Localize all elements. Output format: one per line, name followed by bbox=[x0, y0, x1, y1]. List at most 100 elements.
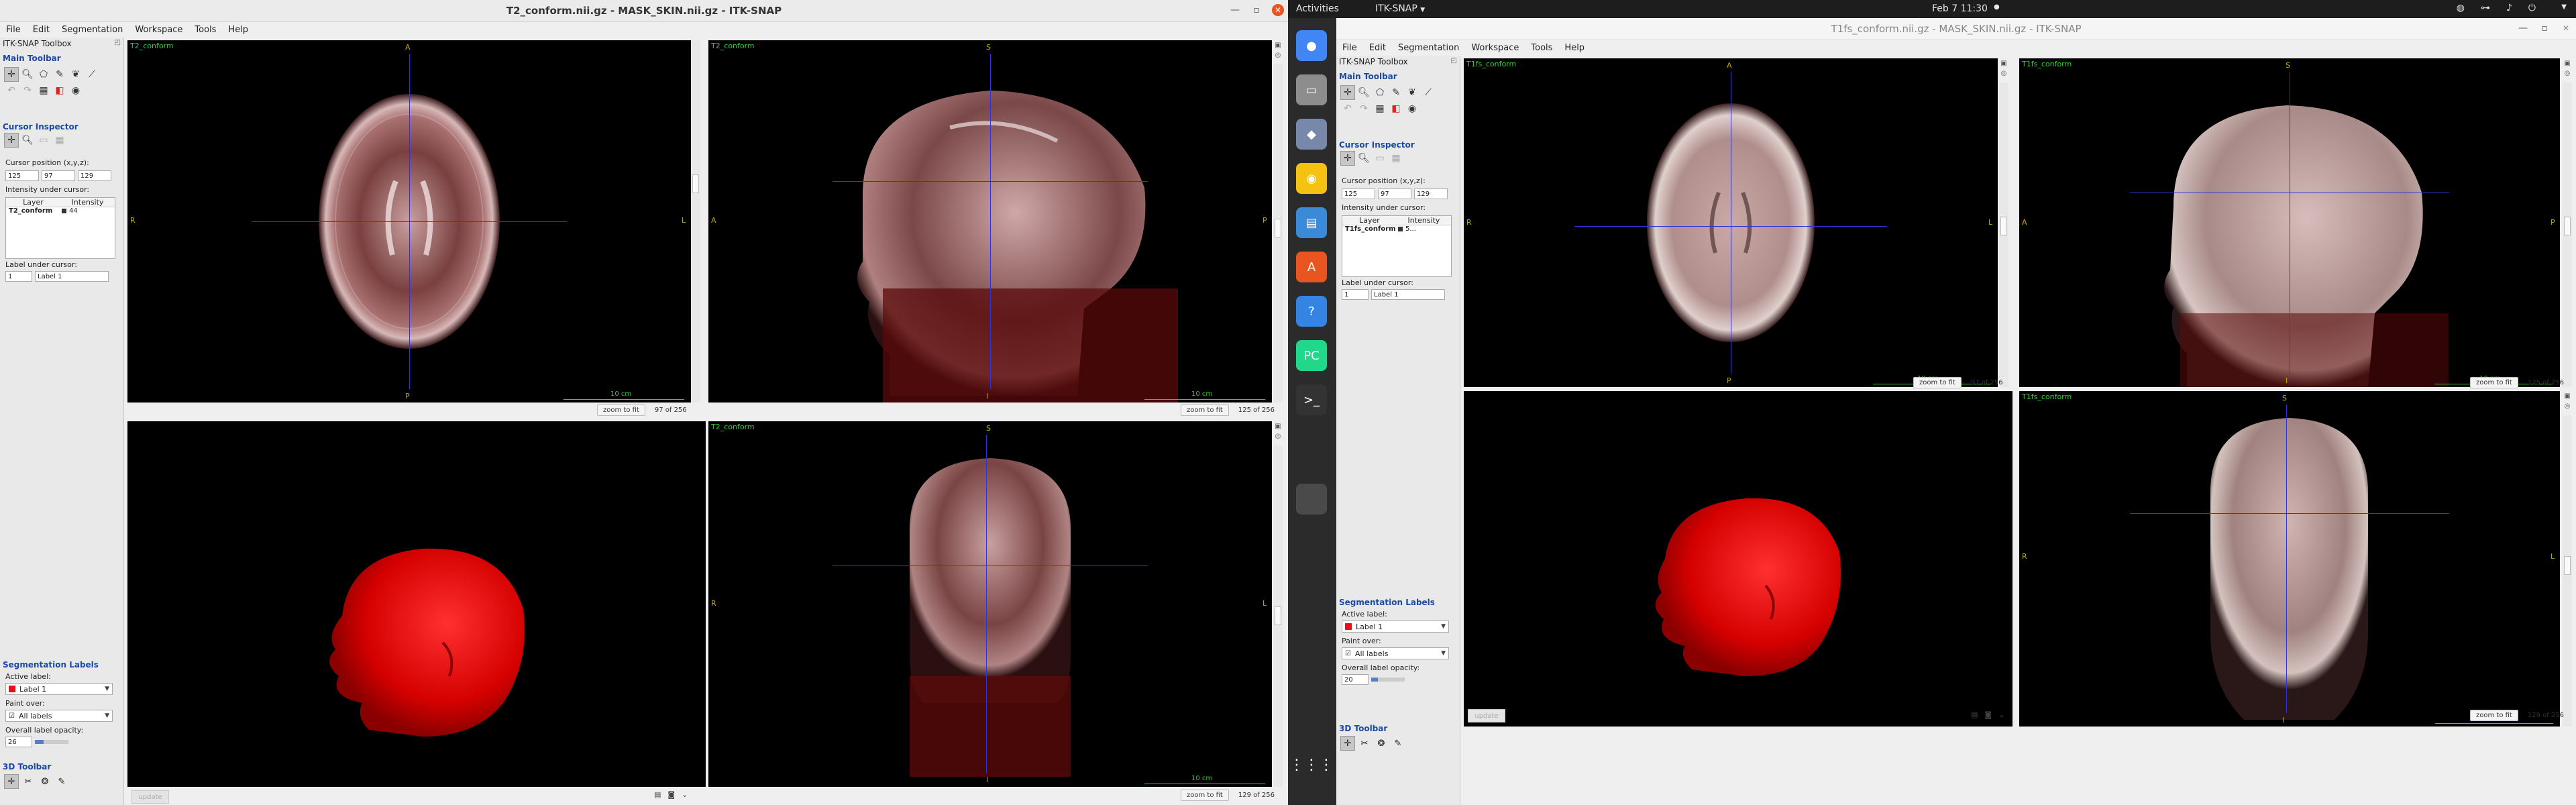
window-titlebar[interactable]: T2_conform.nii.gz - MASK_SKIN.nii.gz - I… bbox=[0, 0, 1288, 22]
opacity-spinbox[interactable]: 26 bbox=[5, 737, 32, 747]
files-icon[interactable]: ▭ bbox=[1296, 74, 1327, 105]
cursor-y-field[interactable]: 97 bbox=[1378, 189, 1411, 199]
ruler-tool-icon[interactable]: ⟋ bbox=[1421, 85, 1436, 100]
opacity-slider[interactable] bbox=[35, 740, 68, 744]
menu-workspace[interactable]: Workspace bbox=[1465, 43, 1525, 53]
label-name-field[interactable]: Label 1 bbox=[1371, 289, 1445, 300]
zoom-to-fit-button[interactable]: zoom to fit bbox=[2470, 376, 2518, 388]
scrollbar-handle[interactable] bbox=[2000, 217, 2007, 235]
paintbrush-tool-icon[interactable]: ✎ bbox=[1389, 85, 1403, 100]
writer-icon[interactable]: ▤ bbox=[1296, 207, 1327, 238]
cursor-z-field[interactable]: 129 bbox=[78, 170, 111, 181]
redo-icon[interactable]: ↷ bbox=[1356, 101, 1371, 116]
activities-button[interactable]: Activities bbox=[1296, 3, 1339, 14]
menu-workspace[interactable]: Workspace bbox=[129, 25, 189, 35]
clock[interactable]: Feb 7 11:30 bbox=[1932, 3, 1988, 14]
show-applications-icon[interactable]: ⋮⋮⋮ bbox=[1289, 749, 1334, 780]
view-layout-icon[interactable]: ▣ bbox=[2564, 392, 2570, 400]
scrollbar-handle[interactable] bbox=[692, 174, 699, 193]
undock-icon[interactable]: ◰ bbox=[115, 39, 121, 46]
paintbrush-tool-icon[interactable]: ✎ bbox=[52, 67, 67, 82]
table-row[interactable]: T2_conform 44 bbox=[6, 207, 115, 215]
save-screenshot-icon[interactable]: ▤ bbox=[1971, 710, 1978, 719]
sagittal-view[interactable]: T2_conform S I A P 10 cm bbox=[708, 40, 1272, 402]
intensity-table[interactable]: Layer Intensity T1fs_conform 5... bbox=[1342, 215, 1452, 277]
coronal-view[interactable]: T2_conform S I R L 10 cm bbox=[708, 421, 1272, 787]
menu-segmentation[interactable]: Segmentation bbox=[1392, 43, 1465, 53]
coronal-view[interactable]: T1fs_conform S I R L 10 cm bbox=[2019, 391, 2560, 727]
view-camera-icon[interactable]: ◎ bbox=[1275, 52, 1281, 59]
pycharm-icon[interactable]: PC bbox=[1296, 340, 1327, 371]
segmentation-icon[interactable]: ◧ bbox=[1389, 101, 1403, 116]
maximize-icon[interactable]: ▫ bbox=[2538, 22, 2551, 34]
view-layout-icon[interactable]: ▣ bbox=[2000, 60, 2006, 67]
snake-tool-icon[interactable]: ❦ bbox=[68, 67, 83, 82]
layers-icon[interactable]: ▦ bbox=[1373, 101, 1387, 116]
menu-segmentation[interactable]: Segmentation bbox=[56, 25, 129, 35]
view-camera-icon[interactable]: ◎ bbox=[1275, 433, 1281, 440]
running-app-slot[interactable] bbox=[1296, 484, 1327, 515]
save-screenshot-icon[interactable]: ▤ bbox=[654, 790, 661, 799]
window-titlebar[interactable]: T1fs_conform.nii.gz - MASK_SKIN.nii.gz -… bbox=[1336, 18, 2576, 40]
undo-icon[interactable]: ↶ bbox=[4, 83, 19, 98]
axial-view[interactable]: T1fs_conform A P R L 10 cm bbox=[1464, 58, 1998, 387]
inspector-display-icon[interactable]: ▭ bbox=[36, 133, 51, 148]
zoom-to-fit-button[interactable]: zoom to fit bbox=[1913, 376, 1962, 388]
menu-edit[interactable]: Edit bbox=[1363, 43, 1392, 53]
sagittal-slice-scrollbar[interactable] bbox=[1273, 64, 1283, 402]
cursor-x-field[interactable]: 125 bbox=[1342, 189, 1375, 199]
axial-slice-scrollbar[interactable] bbox=[1999, 83, 2008, 387]
inspector-grid-icon[interactable]: ▦ bbox=[52, 133, 67, 148]
view-layout-icon[interactable]: ▣ bbox=[2564, 60, 2570, 67]
axial-slice-scrollbar[interactable] bbox=[691, 40, 700, 402]
system-tray[interactable]: ◍ ⊶ ♪ ⏻ bbox=[2457, 3, 2536, 13]
view-layout-icon[interactable]: ▣ bbox=[1275, 42, 1281, 49]
3d-view[interactable] bbox=[127, 421, 706, 787]
view-camera-icon[interactable]: ◎ bbox=[2565, 402, 2571, 410]
undock-icon[interactable]: ◰ bbox=[1451, 57, 1457, 64]
scrollbar-handle[interactable] bbox=[1275, 219, 1281, 237]
menu-help[interactable]: Help bbox=[1558, 43, 1591, 53]
cursor-x-field[interactable]: 125 bbox=[5, 170, 39, 181]
active-label-dropdown[interactable]: Label 1 ▼ bbox=[5, 683, 113, 695]
zoom-to-fit-button[interactable]: zoom to fit bbox=[1181, 404, 1229, 416]
zoom-tool-icon[interactable]: 🔍︎ bbox=[20, 67, 35, 82]
cursor-z-field[interactable]: 129 bbox=[1414, 189, 1448, 199]
3d-scalpel-icon[interactable]: ✂ bbox=[21, 774, 36, 789]
3d-brush-icon[interactable]: ✎ bbox=[1391, 736, 1405, 751]
ruler-tool-icon[interactable]: ⟋ bbox=[85, 67, 99, 82]
3d-rotate-icon[interactable]: ✛ bbox=[1340, 736, 1355, 751]
system-menu-chevron-icon[interactable]: ▼ bbox=[2561, 3, 2567, 11]
3d-scalpel-icon[interactable]: ✂ bbox=[1357, 736, 1372, 751]
camera-icon[interactable]: ◙ bbox=[667, 790, 675, 799]
menu-file[interactable]: File bbox=[0, 25, 27, 35]
menu-edit[interactable]: Edit bbox=[27, 25, 56, 35]
active-label-dropdown[interactable]: Label 1 ▼ bbox=[1342, 621, 1449, 633]
mesh-icon[interactable]: ◉ bbox=[1405, 101, 1419, 116]
polygon-tool-icon[interactable]: ⬠ bbox=[1373, 85, 1387, 100]
menu-help[interactable]: Help bbox=[222, 25, 254, 35]
coronal-slice-scrollbar[interactable] bbox=[1273, 445, 1283, 787]
sagittal-view[interactable]: T1fs_conform S I A P 10 cm bbox=[2019, 58, 2560, 387]
3d-rotate-icon[interactable]: ✛ bbox=[4, 774, 19, 789]
opacity-spinbox[interactable]: 20 bbox=[1342, 674, 1368, 685]
zoom-to-fit-button[interactable]: zoom to fit bbox=[2470, 709, 2518, 721]
layers-icon[interactable]: ▦ bbox=[36, 83, 51, 98]
close-icon[interactable]: ✕ bbox=[2560, 22, 2572, 34]
zoom-to-fit-button[interactable]: zoom to fit bbox=[1181, 789, 1229, 801]
mesh-icon[interactable]: ◉ bbox=[68, 83, 83, 98]
label-name-field[interactable]: Label 1 bbox=[35, 271, 109, 282]
paint-over-dropdown[interactable]: ☑ All labels ▼ bbox=[1342, 647, 1449, 659]
inspector-display-icon[interactable]: ▭ bbox=[1373, 151, 1387, 166]
table-row[interactable]: T1fs_conform 5... bbox=[1342, 225, 1451, 233]
paint-over-dropdown[interactable]: ☑ All labels ▼ bbox=[5, 710, 113, 722]
network-icon[interactable]: ⊶ bbox=[2481, 3, 2490, 13]
snake-tool-icon[interactable]: ❦ bbox=[1405, 85, 1419, 100]
redo-icon[interactable]: ↷ bbox=[20, 83, 35, 98]
inspector-grid-icon[interactable]: ▦ bbox=[1389, 151, 1403, 166]
camera-icon[interactable]: ◙ bbox=[1984, 710, 1992, 719]
sagittal-slice-scrollbar[interactable] bbox=[2563, 83, 2572, 387]
crosshair-tool-icon[interactable]: ✛ bbox=[4, 67, 19, 82]
app-menu[interactable]: ITK-SNAP ▼ bbox=[1375, 3, 1425, 14]
zoom-tool-icon[interactable]: 🔍︎ bbox=[1356, 85, 1371, 100]
